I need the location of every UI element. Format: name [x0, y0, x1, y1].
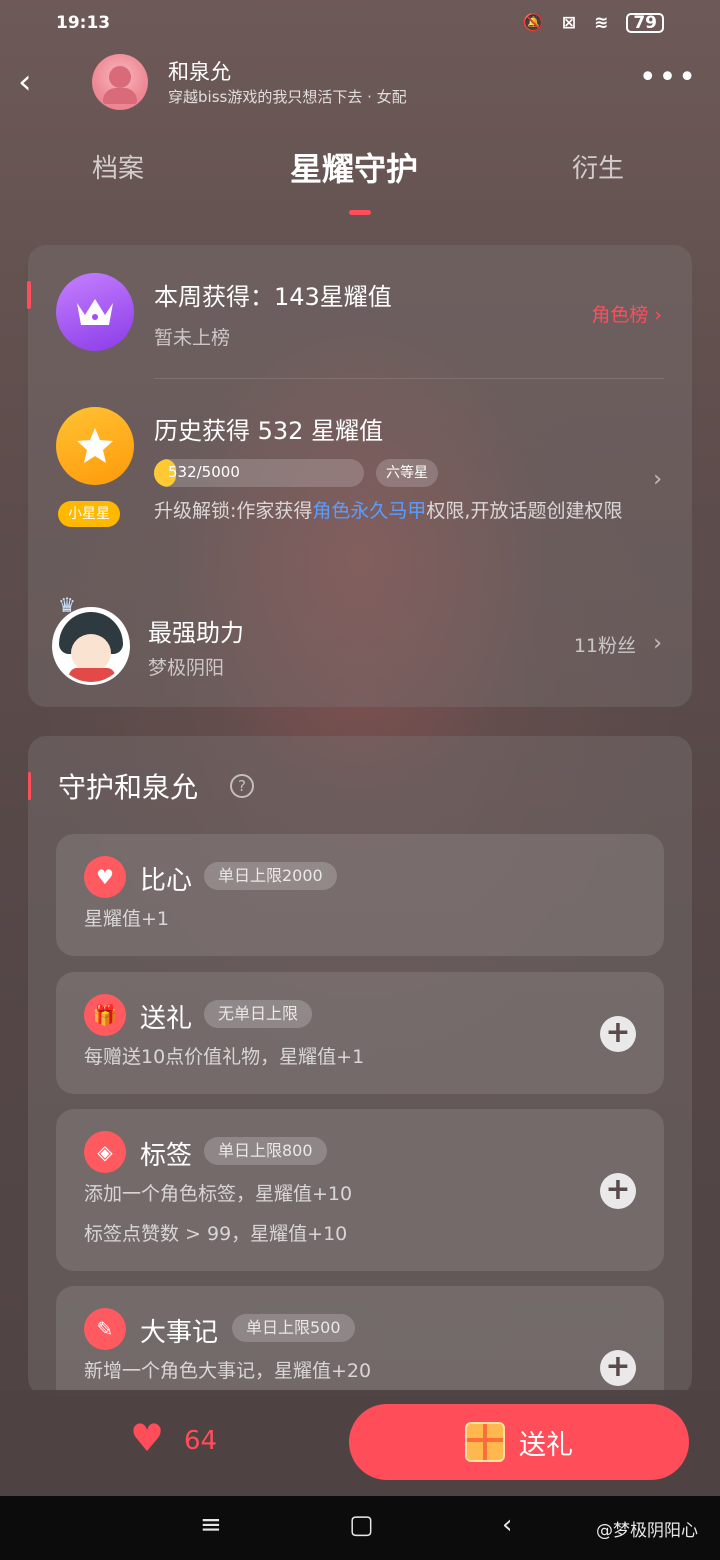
add-tag-button[interactable]: +	[600, 1173, 636, 1209]
level-badge: 六等星	[376, 459, 438, 487]
top-helper-title: 最强助力	[148, 619, 244, 647]
home-icon[interactable]: ▢	[349, 1510, 374, 1540]
guard-section-title: 守护和泉允	[58, 771, 199, 804]
task-milestone: ✎ 大事记 单日上限500 新增一个角色大事记，星耀值+20 +	[56, 1286, 664, 1396]
helper-avatar[interactable]	[52, 607, 130, 685]
task-title: 标签	[140, 1141, 193, 1171]
history-title: 历史获得 532 星耀值	[154, 417, 384, 445]
back-nav-icon[interactable]: ‹	[502, 1510, 512, 1540]
fans-chevron-icon[interactable]: ›	[653, 631, 662, 656]
section-marker	[28, 772, 31, 800]
fans-count[interactable]: 11粉丝	[574, 631, 636, 658]
bottom-action-bar: ♥ 64 送礼	[0, 1390, 720, 1496]
heart-like-icon[interactable]: ♥	[130, 1416, 164, 1460]
help-icon[interactable]: ?	[230, 774, 254, 798]
crown-badge-icon: ♛	[58, 593, 76, 617]
task-heart: ♥ 比心 单日上限2000 星耀值+1	[56, 834, 664, 956]
unlock-prefix: 升级解锁:作家获得	[154, 500, 313, 522]
history-chevron-icon[interactable]: ›	[653, 467, 662, 492]
add-gift-button[interactable]: +	[600, 1016, 636, 1052]
status-bar: 19:13 🔕 ⊠ ≋ 79	[0, 0, 720, 46]
heart-icon: ♥	[84, 856, 126, 898]
status-icons: 🔕 ⊠ ≋ 79	[523, 13, 664, 33]
top-helper-name: 梦极阴阳	[148, 657, 225, 679]
pen-icon: ✎	[84, 1308, 126, 1350]
character-rank-link[interactable]: 角色榜 ›	[591, 300, 662, 327]
add-milestone-button[interactable]: +	[600, 1350, 636, 1386]
menu-icon[interactable]: ≡	[200, 1510, 222, 1540]
watermark: @梦极阴阳心	[596, 1521, 698, 1541]
sim-icon: ⊠	[561, 13, 577, 33]
mute-icon: 🔕	[522, 13, 544, 33]
weekly-rank-status: 暂未上榜	[154, 327, 231, 349]
send-gift-label: 送礼	[519, 1429, 573, 1461]
unlock-highlight[interactable]: 角色永久马甲	[312, 500, 426, 522]
character-subtitle: 穿越biss游戏的我只想活下去 · 女配	[168, 88, 407, 106]
section-marker	[27, 281, 31, 309]
character-name: 和泉允	[168, 60, 231, 84]
system-nav-bar: ≡ ▢ ‹ @梦极阴阳心	[0, 1496, 720, 1560]
task-gift: 🎁 送礼 无单日上限 每赠送10点价值礼物，星耀值+1 +	[56, 972, 664, 1094]
task-desc: 标签点赞数 > 99，星耀值+10	[84, 1223, 348, 1245]
character-avatar[interactable]	[92, 54, 148, 110]
progress-text: 532/5000	[168, 463, 240, 481]
more-options-button[interactable]: •••	[639, 63, 698, 93]
gift-box-icon	[465, 1422, 505, 1462]
unlock-suffix: 权限,开放话题创建权限	[426, 500, 623, 522]
divider	[154, 378, 664, 379]
task-desc: 添加一个角色标签，星耀值+10	[84, 1183, 353, 1205]
tab-star-guard[interactable]: 星耀守护	[290, 144, 418, 190]
rank-link-label: 角色榜	[591, 304, 649, 326]
star-icon	[56, 407, 134, 485]
tag-icon: ◈	[84, 1131, 126, 1173]
task-limit-badge: 单日上限800	[204, 1137, 327, 1165]
battery-icon: 79	[626, 13, 664, 33]
task-title: 送礼	[140, 1004, 193, 1034]
unlock-description: 升级解锁:作家获得角色永久马甲权限,开放话题创建权限	[154, 497, 634, 525]
task-limit-badge: 单日上限500	[232, 1314, 355, 1342]
send-gift-button[interactable]: 送礼	[349, 1404, 689, 1480]
tab-indicator	[349, 210, 371, 215]
status-time: 19:13	[56, 13, 111, 33]
task-desc: 星耀值+1	[84, 908, 170, 930]
task-limit-badge: 无单日上限	[204, 1000, 313, 1028]
tab-derivative[interactable]: 衍生	[572, 148, 624, 185]
like-count: 64	[184, 1426, 218, 1456]
star-progress-bar: 532/5000	[154, 459, 364, 487]
task-desc: 每赠送10点价值礼物，星耀值+1	[84, 1046, 365, 1068]
crown-icon	[56, 273, 134, 351]
wifi-icon: ≋	[594, 13, 609, 33]
task-title: 大事记	[140, 1318, 219, 1348]
rank-badge: 小星星	[58, 501, 120, 527]
gift-icon: 🎁	[84, 994, 126, 1036]
task-title: 比心	[140, 866, 193, 896]
chevron-right-icon: ›	[654, 304, 662, 326]
task-tag: ◈ 标签 单日上限800 添加一个角色标签，星耀值+10 标签点赞数 > 99，…	[56, 1109, 664, 1271]
guard-card: 守护和泉允 ? ♥ 比心 单日上限2000 星耀值+1 🎁 送礼 无单日上限 每…	[28, 736, 692, 1396]
weekly-title: 本周获得：143星耀值	[154, 283, 392, 311]
top-bar: ‹ 和泉允 穿越biss游戏的我只想活下去 · 女配 •••	[0, 48, 720, 118]
star-stats-card: 本周获得：143星耀值 暂未上榜 角色榜 › 历史获得 532 星耀值 532/…	[27, 245, 692, 707]
task-desc: 新增一个角色大事记，星耀值+20	[84, 1360, 372, 1382]
tab-bar: 档案 星耀守护 衍生	[0, 140, 720, 220]
task-limit-badge: 单日上限2000	[204, 862, 337, 890]
back-button[interactable]: ‹	[18, 62, 48, 102]
tab-profile[interactable]: 档案	[92, 148, 144, 185]
